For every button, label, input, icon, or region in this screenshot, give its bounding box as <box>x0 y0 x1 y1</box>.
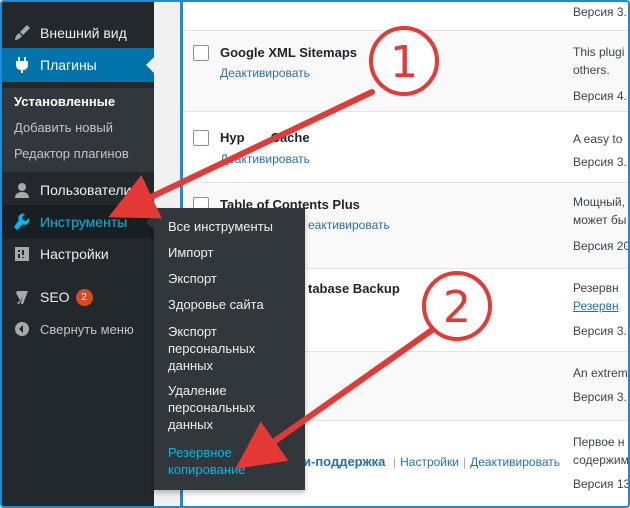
flyout-export[interactable]: Экспорт <box>168 270 217 287</box>
table-row: Hyp Cache Деактивировать A easy to Версия… <box>183 112 628 183</box>
collapse-label: Свернуть меню <box>40 321 134 337</box>
plugin-name: tabase Backup <box>308 281 400 296</box>
plugin-description: This plugi others. <box>573 45 625 77</box>
user-icon <box>12 180 32 200</box>
collapse-arrow-icon <box>12 319 32 339</box>
plugin-version: Версия 3. <box>573 324 627 338</box>
screenshot-frame: Внешний вид Плагины Установленные Добави… <box>0 0 630 508</box>
wrench-icon <box>12 212 32 232</box>
yoast-icon <box>12 287 32 307</box>
plugin-version: Версия 3. <box>573 390 627 404</box>
menu-label: Инструменты <box>40 214 128 230</box>
plugin-checkbox[interactable] <box>193 45 209 61</box>
menu-tools[interactable]: Инструменты <box>2 205 154 239</box>
plugin-description: Первое н содержим <box>573 435 629 467</box>
plugins-submenu: Установленные Добавить новый Редактор пл… <box>2 88 154 172</box>
plugin-checkbox[interactable] <box>193 130 209 146</box>
menu-label: Внешний вид <box>40 25 127 41</box>
submenu-installed[interactable]: Установленные <box>14 94 115 109</box>
flyout-all-tools[interactable]: Все инструменты <box>168 218 273 235</box>
menu-settings[interactable]: Настройки <box>2 237 154 271</box>
plugin-version: Версия 13 <box>573 477 630 491</box>
plugin-name: Hyp Cache <box>220 130 310 145</box>
flyout-backup[interactable]: Резервное копирование <box>168 444 246 478</box>
plugin-name: и-поддержка <box>303 454 386 469</box>
collapse-menu-button[interactable]: Свернуть меню <box>2 312 154 346</box>
settings-link[interactable]: Настройки <box>400 455 459 469</box>
deactivate-link[interactable]: Деактивировать <box>220 66 310 80</box>
plugin-description: A easy to <box>573 132 623 146</box>
submenu-plugin-editor[interactable]: Редактор плагинов <box>14 146 129 161</box>
menu-seo[interactable]: SEO 2 <box>2 280 154 314</box>
deactivate-link[interactable]: еактивировать <box>308 218 390 232</box>
menu-label: SEO <box>40 289 70 305</box>
plugin-description: An extrem <box>573 366 628 380</box>
settings-icon <box>12 244 32 264</box>
plugin-description: Резервн Резервн <box>573 281 619 313</box>
flyout-site-health[interactable]: Здоровье сайта <box>168 296 264 313</box>
submenu-add-new[interactable]: Добавить новый <box>14 120 113 135</box>
menu-label: Настройки <box>40 246 109 262</box>
plugin-version: Версия 3. <box>573 5 627 19</box>
deactivate-link[interactable]: Деактивировать <box>220 152 310 166</box>
plugin-version: Версия 3. <box>573 155 627 169</box>
tools-flyout-menu: Все инструменты Импорт Экспорт Здоровье … <box>154 208 305 490</box>
plugin-name: Google XML Sitemaps <box>220 45 358 60</box>
paintbrush-icon <box>12 23 32 43</box>
flyout-export-personal-data[interactable]: Экспорт персональных данных <box>168 323 255 374</box>
admin-sidebar: Внешний вид Плагины Установленные Добави… <box>2 2 154 506</box>
deactivate-link[interactable]: Деактивировать <box>470 455 560 469</box>
table-row: Google XML Sitemaps Деактивировать This … <box>183 31 628 112</box>
plugin-actions: | Настройки | Деактивировать <box>393 455 560 469</box>
notification-badge: 2 <box>75 288 93 306</box>
menu-plugins[interactable]: Плагины <box>2 48 154 82</box>
plugin-icon <box>12 55 32 75</box>
flyout-erase-personal-data[interactable]: Удаление персональных данных <box>168 382 255 433</box>
plugin-description: Мощный, может бы <box>573 195 627 227</box>
table-row: Версия 3. <box>183 2 628 31</box>
menu-users[interactable]: Пользователи <box>2 173 154 207</box>
menu-label: Пользователи <box>40 182 132 198</box>
menu-label: Плагины <box>40 57 97 73</box>
plugin-version: Версия 4. <box>573 89 627 103</box>
plugin-version: Версия 20 <box>573 239 630 253</box>
flyout-import[interactable]: Импорт <box>168 244 213 261</box>
menu-appearance[interactable]: Внешний вид <box>2 16 154 50</box>
